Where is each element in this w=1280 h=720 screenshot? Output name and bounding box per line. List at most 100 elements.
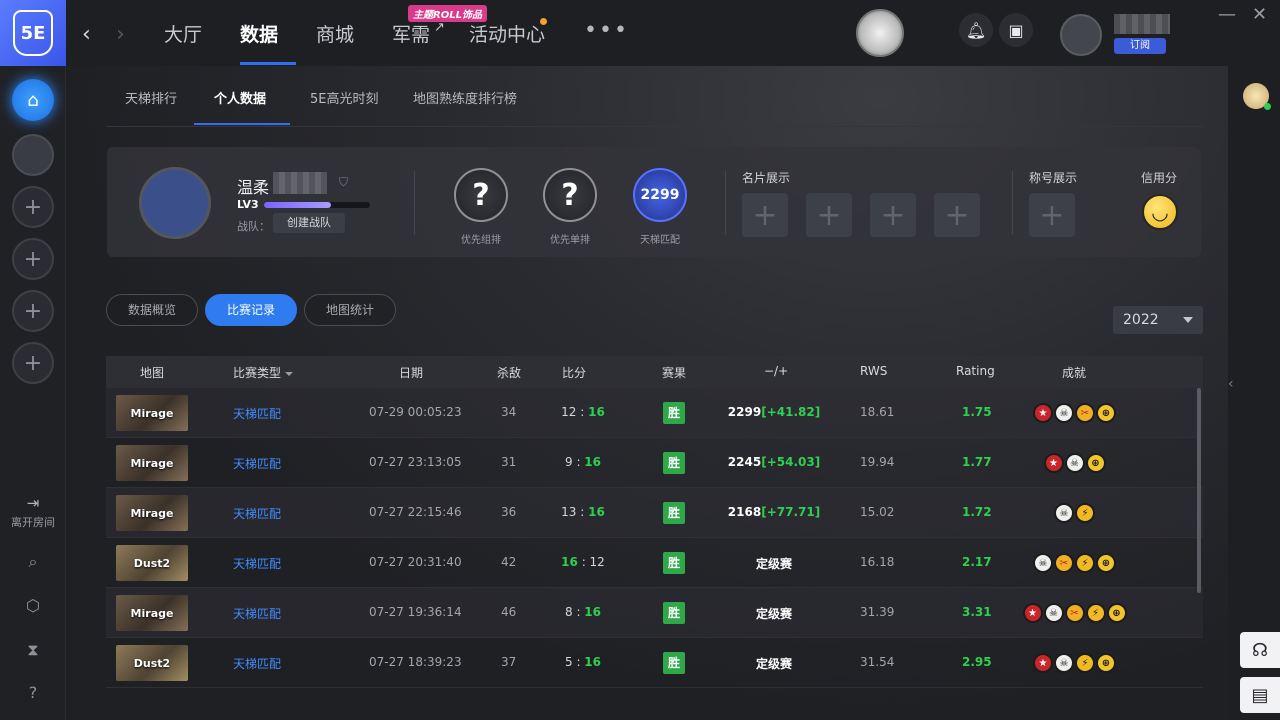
col-match-type[interactable]: 比赛类型 [233,364,294,381]
rank-badge-solo-queue[interactable]: ? [543,168,597,222]
subtab-personal-data[interactable]: 个人数据 [214,88,266,107]
add-card-slot[interactable]: + [742,193,788,237]
elo-change: 2245[+54.03] [714,455,834,469]
star-achievement-icon[interactable]: ★ [1022,603,1043,623]
shield-icon: ⛉ [339,175,349,189]
match-type-link[interactable]: 天梯匹配 [233,455,281,472]
level-progress-fill [264,202,331,208]
search-icon[interactable]: ⌕ [22,552,44,574]
target-achievement-icon[interactable]: ⊕ [1096,553,1116,573]
user-avatar[interactable] [1060,14,1102,56]
friend-avatar[interactable] [12,134,54,176]
filter-overview[interactable]: 数据概览 [106,294,198,326]
profile-avatar[interactable] [139,167,211,239]
add-slot-button[interactable]: + [12,342,54,384]
nav-store[interactable]: 商城 [316,20,354,47]
subscribe-button[interactable]: 订阅 [1114,38,1166,54]
filter-map-stats[interactable]: 地图统计 [304,294,396,326]
chat-bubble-icon[interactable]: ▤ [1240,677,1280,713]
smiley-credit-icon[interactable]: ◡ [1142,194,1178,230]
nav-supply[interactable]: 军需 ↗ [392,20,445,47]
more-menu[interactable]: ••• [584,18,629,43]
add-title-slot[interactable]: + [1029,193,1075,237]
rank-badge-team-queue[interactable]: ? [454,168,508,222]
zeus-achievement-icon[interactable]: ⚡ [1085,603,1106,623]
table-row[interactable]: Mirage 天梯匹配 07-27 22:15:46 36 13 : 16 胜 2168[+… [106,488,1203,538]
add-slot-button[interactable]: + [12,290,54,332]
filter-match-history[interactable]: 比赛记录 [205,294,297,326]
elo-value: 2168 [727,505,762,519]
hourglass-icon[interactable]: ⧗ [22,640,44,662]
match-type-link[interactable]: 天梯匹配 [233,655,281,672]
cube-icon[interactable]: ⬡ [22,596,44,618]
score-team-a: 16 [561,555,578,569]
skull-achievement-icon[interactable]: ☠ [1054,653,1074,673]
subtab-map-proficiency[interactable]: 地图熟练度排行榜 [413,88,517,107]
star-achievement-icon[interactable]: ★ [1043,453,1064,473]
nav-events[interactable]: 活动中心 [469,20,545,47]
map-thumbnail: Mirage [116,495,188,531]
table-row[interactable]: Dust2 天梯匹配 07-27 18:39:23 37 5 : 16 胜 定级赛 31.54… [106,638,1203,688]
minimize-icon[interactable]: — [1218,4,1236,25]
home-button[interactable]: ⌂ [12,79,54,121]
leave-room-button[interactable]: ⇥ 离开房间 [0,494,66,530]
rank-emblem-icon[interactable] [856,9,904,57]
year-value: 2022 [1123,312,1159,328]
support-headset-icon[interactable]: ☊ [1240,632,1280,668]
add-slot-button[interactable]: + [12,238,54,280]
star-achievement-icon[interactable]: ★ [1033,403,1053,423]
rank-badge-ladder[interactable]: 2299 [633,168,687,222]
match-type-link[interactable]: 天梯匹配 [233,555,281,572]
close-icon[interactable]: ✕ [1252,4,1267,25]
backpack-icon[interactable]: ▣ [999,13,1033,47]
match-type-link[interactable]: 天梯匹配 [233,605,281,622]
zeus-achievement-icon[interactable]: ⚡ [1075,503,1095,523]
skull-achievement-icon[interactable]: ☠ [1054,403,1074,423]
knife-achievement-icon[interactable]: ✂ [1064,603,1085,623]
nav-active-underline [240,62,296,65]
knife-achievement-icon[interactable]: ✂ [1054,553,1074,573]
match-date: 07-27 19:36:14 [369,605,462,619]
nav-lobby[interactable]: 大厅 [164,20,202,47]
forward-arrow-icon[interactable]: › [116,22,125,47]
map-thumbnail: Dust2 [116,645,188,681]
subtab-active-underline [194,123,290,125]
col-result: 赛果 [662,366,687,380]
target-achievement-icon[interactable]: ⊕ [1096,653,1116,673]
help-icon[interactable]: ? [22,683,44,705]
subtab-highlights[interactable]: 5E高光时刻 [310,88,379,107]
match-type-link[interactable]: 天梯匹配 [233,505,281,522]
table-row[interactable]: Mirage 天梯匹配 07-27 23:13:05 31 9 : 16 胜 2245[+5… [106,438,1203,488]
target-achievement-icon[interactable]: ⊕ [1096,403,1116,423]
create-team-button[interactable]: 创建战队 [273,213,345,233]
add-card-slot[interactable]: + [870,193,916,237]
zeus-achievement-icon[interactable]: ⚡ [1075,653,1095,673]
back-arrow-icon[interactable]: ‹ [82,22,91,47]
add-slot-button[interactable]: + [12,186,54,228]
year-select[interactable]: 2022 [1113,306,1203,334]
table-scrollbar[interactable] [1197,388,1201,593]
rating-value: 2.95 [962,655,992,669]
target-achievement-icon[interactable]: ⊕ [1085,453,1106,473]
bell-icon[interactable]: 🔔︎ [959,13,993,47]
knife-achievement-icon[interactable]: ✂ [1075,403,1095,423]
add-card-slot[interactable]: + [806,193,852,237]
table-row[interactable]: Dust2 天梯匹配 07-27 20:31:40 42 16 : 12 胜 定级赛 16.1… [106,538,1203,588]
table-row[interactable]: Mirage 天梯匹配 07-29 00:05:23 34 12 : 16 胜 2299[+… [106,388,1203,438]
skull-achievement-icon[interactable]: ☠ [1043,603,1064,623]
subtab-ladder-rank[interactable]: 天梯排行 [125,88,177,107]
star-achievement-icon[interactable]: ★ [1033,653,1053,673]
skull-achievement-icon[interactable]: ☠ [1033,553,1053,573]
match-type-link[interactable]: 天梯匹配 [233,405,281,422]
skull-achievement-icon[interactable]: ☠ [1054,503,1074,523]
app-logo[interactable]: 5E [0,0,66,66]
nav-data[interactable]: 数据 [240,20,278,47]
add-card-slot[interactable]: + [934,193,980,237]
skull-achievement-icon[interactable]: ☠ [1064,453,1085,473]
zeus-achievement-icon[interactable]: ⚡ [1075,553,1095,573]
table-row[interactable]: Mirage 天梯匹配 07-27 19:36:14 46 8 : 16 胜 定级赛 31.3… [106,588,1203,638]
rating-value: 2.17 [962,555,992,569]
collapse-arrow-icon[interactable]: ‹ [1228,376,1234,392]
target-achievement-icon[interactable]: ⊕ [1106,603,1127,623]
kills-value: 37 [501,655,517,669]
